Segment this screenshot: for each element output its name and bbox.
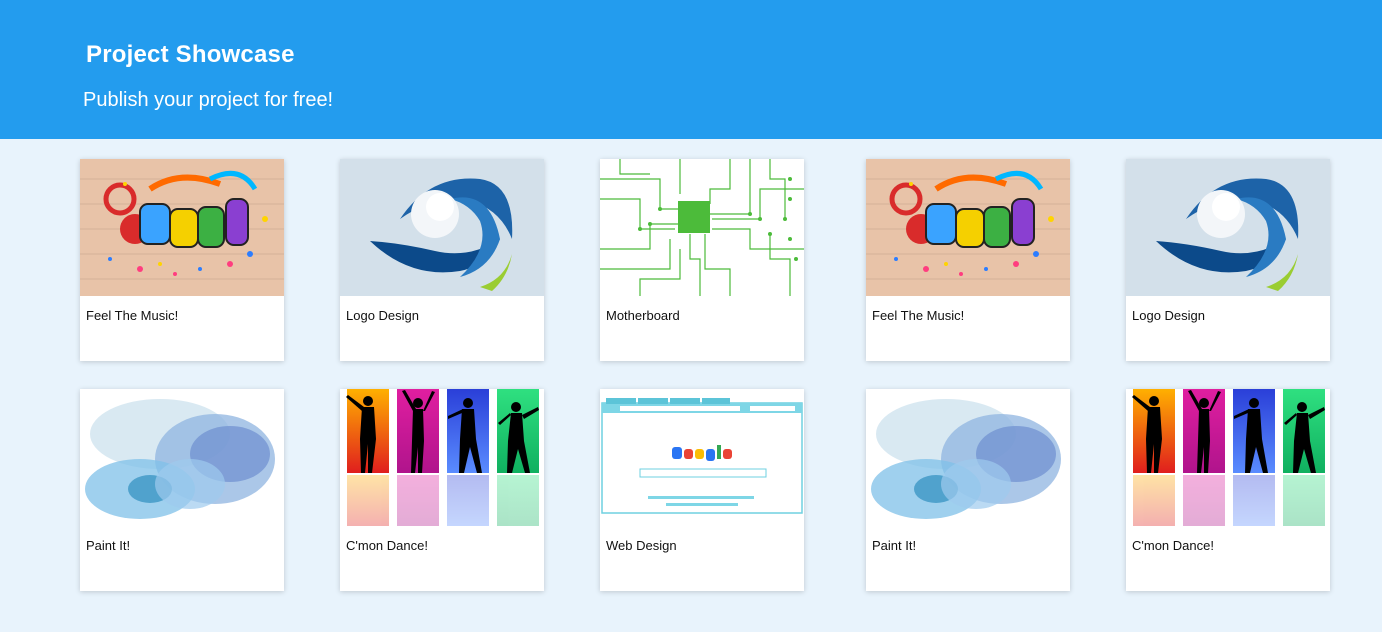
project-thumbnail[interactable] <box>866 159 1070 296</box>
watercolor-splash-image <box>866 389 1070 526</box>
page-subtitle: Publish your project for free! <box>83 89 334 111</box>
watercolor-splash-image <box>80 389 284 526</box>
blue-swirl-logo-image <box>340 159 544 296</box>
project-card[interactable]: Feel The Music! <box>866 159 1070 361</box>
project-title[interactable]: C'mon Dance! <box>1132 538 1214 553</box>
project-thumbnail[interactable] <box>80 389 284 526</box>
project-card[interactable]: C'mon Dance! <box>340 389 544 591</box>
page-title: Project Showcase <box>86 41 295 68</box>
project-title[interactable]: Paint It! <box>86 538 130 553</box>
project-card[interactable]: Logo Design <box>1126 159 1330 361</box>
dancers-silhouette-image <box>340 389 544 526</box>
project-thumbnail[interactable] <box>1126 389 1330 526</box>
dancers-silhouette-image <box>1126 389 1330 526</box>
project-card[interactable]: Web Design <box>600 389 804 591</box>
project-title[interactable]: Logo Design <box>1132 308 1205 323</box>
project-card[interactable]: Paint It! <box>866 389 1070 591</box>
browser-mockup-image <box>600 389 804 526</box>
project-title[interactable]: Feel The Music! <box>872 308 964 323</box>
project-card[interactable]: Logo Design <box>340 159 544 361</box>
music-graffiti-image <box>866 159 1070 296</box>
project-thumbnail[interactable] <box>340 159 544 296</box>
project-title[interactable]: Logo Design <box>346 308 419 323</box>
music-graffiti-image <box>80 159 284 296</box>
project-title[interactable]: Motherboard <box>606 308 680 323</box>
project-thumbnail[interactable] <box>600 159 804 296</box>
project-title[interactable]: Paint It! <box>872 538 916 553</box>
project-thumbnail[interactable] <box>1126 159 1330 296</box>
project-card[interactable]: Feel The Music! <box>80 159 284 361</box>
project-card[interactable]: Paint It! <box>80 389 284 591</box>
project-title[interactable]: Feel The Music! <box>86 308 178 323</box>
project-title[interactable]: Web Design <box>606 538 677 553</box>
project-thumbnail[interactable] <box>340 389 544 526</box>
circuit-board-image <box>600 159 804 296</box>
project-title[interactable]: C'mon Dance! <box>346 538 428 553</box>
project-thumbnail[interactable] <box>80 159 284 296</box>
project-thumbnail[interactable] <box>866 389 1070 526</box>
project-thumbnail[interactable] <box>600 389 804 526</box>
blue-swirl-logo-image <box>1126 159 1330 296</box>
project-card[interactable]: Motherboard <box>600 159 804 361</box>
page-header: Project Showcase Publish your project fo… <box>0 0 1382 139</box>
project-card[interactable]: C'mon Dance! <box>1126 389 1330 591</box>
